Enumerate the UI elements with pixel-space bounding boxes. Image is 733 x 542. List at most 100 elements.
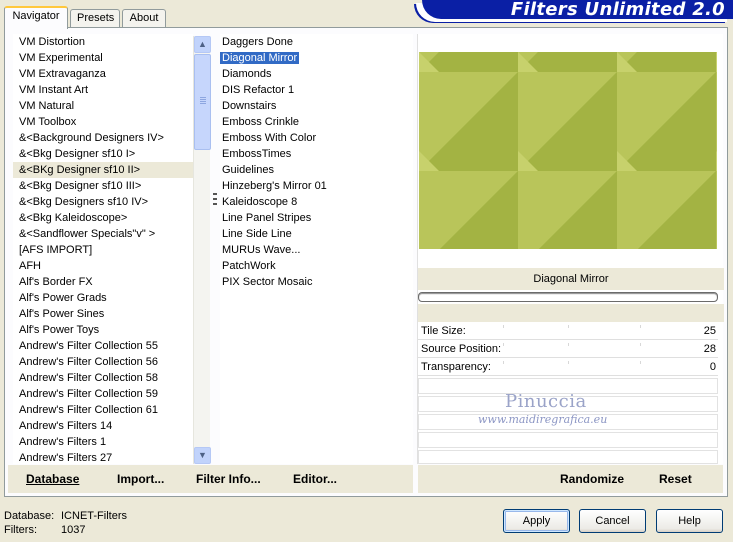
category-item[interactable]: Andrew's Filter Collection 58 [13, 370, 193, 386]
current-filter-name: Diagonal Mirror [418, 268, 724, 290]
filter-item[interactable]: Hinzeberg's Mirror 01 [220, 178, 413, 194]
filter-item[interactable]: Emboss With Color [220, 130, 413, 146]
filter-list[interactable]: Daggers Done Diagonal Mirror Diamonds DIS R… [220, 34, 413, 464]
database-value: ICNET-Filters [61, 510, 127, 522]
splitter-grip-icon[interactable] [213, 193, 217, 205]
filter-item[interactable]: Line Panel Stripes [220, 210, 413, 226]
navigator-panel: VM Distortion VM Experimental VM Extravaga… [4, 27, 728, 497]
param-source-position[interactable]: Source Position: 28 [418, 340, 718, 358]
category-item[interactable]: Andrew's Filter Collection 56 [13, 354, 193, 370]
scroll-up-button[interactable]: ▲ [194, 36, 211, 53]
category-item[interactable]: Alf's Border FX [13, 274, 193, 290]
category-item[interactable]: VM Instant Art [13, 82, 193, 98]
progress-bar [418, 292, 718, 302]
filter-item[interactable]: Emboss Crinkle [220, 114, 413, 130]
filter-item-label: Daggers Done [222, 36, 293, 48]
filter-item[interactable]: Daggers Done [220, 34, 413, 50]
param-label: Transparency: [421, 361, 491, 373]
tab-presets[interactable]: Presets [70, 9, 120, 28]
category-item[interactable]: &<BKg Designer sf10 II> [13, 162, 193, 178]
category-item[interactable]: Alf's Power Grads [13, 290, 193, 306]
filter-item-label: Hinzeberg's Mirror 01 [222, 180, 327, 192]
filter-item[interactable]: Kaleidoscope 8 [220, 194, 413, 210]
category-item[interactable]: &<Bkg Kaleidoscope> [13, 210, 193, 226]
category-scrollbar[interactable]: ▲ ▼ [193, 36, 211, 464]
param-tile-size[interactable]: Tile Size: 25 [418, 322, 718, 340]
category-item[interactable]: Alf's Power Sines [13, 306, 193, 322]
database-button[interactable]: Database [26, 472, 79, 486]
category-item[interactable]: VM Distortion [13, 34, 193, 50]
filter-item[interactable]: MURUs Wave... [220, 242, 413, 258]
category-item[interactable]: &<Sandflower Specials"v" > [13, 226, 193, 242]
tab-about[interactable]: About [122, 9, 166, 28]
editor-button[interactable]: Editor... [293, 472, 337, 486]
reset-button[interactable]: Reset [659, 472, 692, 486]
import-button[interactable]: Import... [117, 472, 164, 486]
filter-item-label: Line Side Line [222, 228, 292, 240]
filter-item-label: EmbossTimes [222, 148, 292, 160]
filter-item[interactable]: PIX Sector Mosaic [220, 274, 413, 290]
preview-image [419, 52, 717, 249]
watermark-name: Pinuccia [505, 391, 587, 412]
category-item[interactable]: &<Bkg Designer sf10 I> [13, 146, 193, 162]
filter-item[interactable]: Line Side Line [220, 226, 413, 242]
filter-info-button[interactable]: Filter Info... [196, 472, 261, 486]
filter-item[interactable]: Guidelines [220, 162, 413, 178]
filters-count-value: 1037 [61, 524, 86, 536]
filter-button-row: Randomize Reset [418, 465, 723, 493]
filter-item-label: Diamonds [222, 68, 272, 80]
navigator-button-row: Database Import... Filter Info... Editor… [8, 465, 413, 493]
category-item[interactable]: &<Bkg Designer sf10 III> [13, 178, 193, 194]
category-item[interactable]: Andrew's Filters 1 [13, 434, 193, 450]
filter-item-label: Emboss Crinkle [222, 116, 300, 128]
category-item[interactable]: Andrew's Filter Collection 61 [13, 402, 193, 418]
filter-item-label: PIX Sector Mosaic [222, 276, 313, 288]
category-item[interactable]: Andrew's Filter Collection 55 [13, 338, 193, 354]
brand-banner: Filters Unlimited 2.0 [422, 0, 733, 20]
filter-item[interactable]: PatchWork [220, 258, 413, 274]
filter-item-label: Downstairs [222, 100, 277, 112]
controls-strip [418, 304, 724, 322]
tab-navigator[interactable]: Navigator [4, 6, 68, 29]
filter-item[interactable]: Downstairs [220, 98, 413, 114]
randomize-button[interactable]: Randomize [560, 472, 624, 486]
filter-item-label: MURUs Wave... [222, 244, 301, 256]
param-value: 28 [703, 343, 716, 355]
filter-item[interactable]: Diagonal Mirror [220, 50, 413, 66]
cancel-button[interactable]: Cancel [579, 509, 646, 533]
filter-item[interactable]: DIS Refactor 1 [220, 82, 413, 98]
param-value: 25 [703, 325, 716, 337]
param-transparency[interactable]: Transparency: 0 [418, 358, 718, 376]
filter-item-label: Guidelines [222, 164, 274, 176]
category-item[interactable]: Andrew's Filters 27 [13, 450, 193, 464]
category-item[interactable]: Andrew's Filters 14 [13, 418, 193, 434]
scroll-thumb[interactable] [194, 54, 211, 150]
category-item[interactable]: VM Experimental [13, 50, 193, 66]
apply-button[interactable]: Apply [503, 509, 570, 533]
filter-item[interactable]: Diamonds [220, 66, 413, 82]
scroll-down-button[interactable]: ▼ [194, 447, 211, 464]
param-label: Source Position: [421, 343, 502, 355]
category-item[interactable]: AFH [13, 258, 193, 274]
category-item[interactable]: VM Natural [13, 98, 193, 114]
category-item[interactable]: &<Bkg Designers sf10 IV> [13, 194, 193, 210]
category-item[interactable]: &<Background Designers IV> [13, 130, 193, 146]
filter-item-label: Emboss With Color [222, 132, 317, 144]
category-item[interactable]: VM Toolbox [13, 114, 193, 130]
filter-item-label: Kaleidoscope 8 [222, 196, 298, 208]
filter-item[interactable]: EmbossTimes [220, 146, 413, 162]
empty-param-row [418, 450, 718, 464]
category-item[interactable]: Alf's Power Toys [13, 322, 193, 338]
filter-item-label: PatchWork [222, 260, 276, 272]
category-item[interactable]: Andrew's Filter Collection 59 [13, 386, 193, 402]
filter-item-label: Diagonal Mirror [220, 52, 300, 64]
filter-item-label: Line Panel Stripes [222, 212, 312, 224]
category-item[interactable]: [AFS IMPORT] [13, 242, 193, 258]
category-list[interactable]: VM Distortion VM Experimental VM Extravaga… [13, 34, 193, 464]
database-label: Database: [4, 510, 55, 522]
category-item[interactable]: VM Extravaganza [13, 66, 193, 82]
filter-item-label: DIS Refactor 1 [222, 84, 295, 96]
filters-count-label: Filters: [4, 524, 37, 536]
help-button[interactable]: Help [656, 509, 723, 533]
brand-title: Filters Unlimited 2.0 [510, 0, 725, 20]
